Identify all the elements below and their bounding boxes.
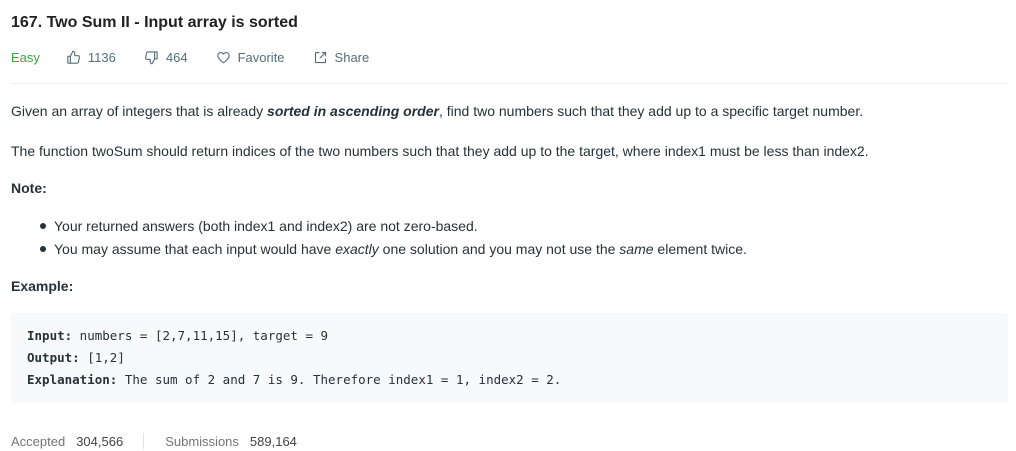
note-list-item: You may assume that each input would hav… [11,239,747,262]
submissions-label: Submissions [165,433,239,449]
example-explanation-line: Explanation: The sum of 2 and 7 is 9. Th… [27,371,561,389]
favorite-label: Favorite [237,49,285,65]
note-list-item: Your returned answers (both index1 and i… [11,216,747,239]
accepted-count: 304,566 [76,433,124,449]
code-label: Input: [27,328,73,343]
difficulty-badge: Easy [11,49,40,65]
thumbs-up-icon [67,50,80,64]
dislike-button[interactable]: 464 [144,50,188,65]
code-value: [1,2] [79,350,125,365]
stats-divider [143,433,145,449]
example-heading: Example: [11,278,74,294]
note-text: one solution and you may not use the [378,241,620,257]
description-paragraph-2: The function twoSum should return indice… [11,143,869,159]
heart-icon [216,51,230,63]
note-text: You may assume that each input would hav… [54,241,336,257]
code-value: The sum of 2 and 7 is 9. Therefore index… [117,372,562,387]
bullet-icon [40,246,46,252]
note-emphasis: exactly [335,241,379,257]
problem-meta-bar: Easy 1136 464 Favorite Share [11,47,397,67]
example-output-line: Output: [1,2] [27,349,125,367]
code-label: Output: [27,350,80,365]
share-icon [314,51,326,63]
code-value: numbers = [2,7,11,15], target = 9 [72,328,329,343]
submission-stats: Accepted 304,566 Submissions 589,164 [11,432,297,450]
bullet-icon [40,223,46,229]
submissions-count: 589,164 [249,433,297,449]
example-code-block: Input: numbers = [2,7,11,15], target = 9… [11,313,1008,403]
note-emphasis: same [619,241,654,257]
share-label: Share [334,49,370,65]
favorite-button[interactable]: Favorite [216,50,285,65]
description-emphasis: sorted in ascending order [267,103,439,119]
note-text: Your returned answers (both index1 and i… [54,218,478,234]
note-list: Your returned answers (both index1 and i… [11,216,747,262]
dislike-count: 464 [165,49,188,65]
header-divider [11,83,1008,84]
note-text: element twice. [653,241,747,257]
share-button[interactable]: Share [313,49,370,65]
thumbs-down-icon [144,50,158,64]
code-label: Explanation: [27,372,118,387]
note-heading: Note: [11,180,47,196]
description-paragraph-1: Given an array of integers that is alrea… [11,101,863,121]
problem-page: 167. Two Sum II - Input array is sorted … [0,0,1016,451]
example-input-line: Input: numbers = [2,7,11,15], target = 9 [27,327,328,345]
like-button[interactable]: 1136 [66,50,116,65]
description-text: Given an array of integers that is alrea… [11,103,268,119]
problem-title: 167. Two Sum II - Input array is sorted [11,14,298,31]
description-text: , find two numbers such that they add up… [438,103,864,119]
accepted-label: Accepted [11,433,66,449]
like-count: 1136 [87,49,116,65]
